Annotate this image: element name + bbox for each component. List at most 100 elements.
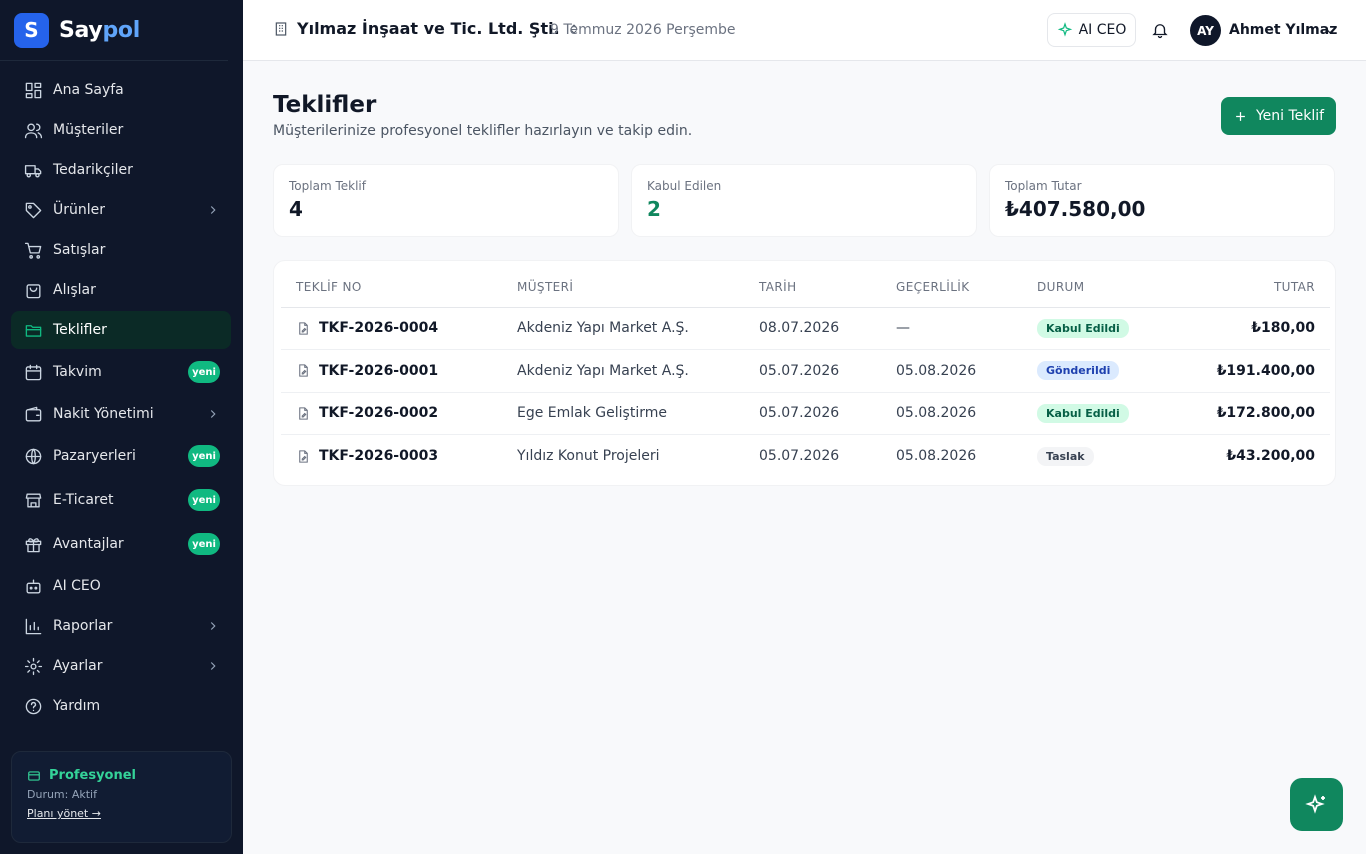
sidebar-item-label: Raporlar xyxy=(53,618,113,634)
quote-number[interactable]: TKF-2026-0002 xyxy=(296,405,517,421)
table-row[interactable]: TKF-2026-0002 Ege Emlak Geliştirme 05.07… xyxy=(281,392,1330,435)
sidebar-item-teklifler[interactable]: Teklifler xyxy=(11,311,231,349)
date-cell: 05.07.2026 xyxy=(759,448,840,464)
sidebar-item-label: Ana Sayfa xyxy=(53,82,124,98)
brand[interactable]: S Saypol xyxy=(0,0,228,61)
quote-number[interactable]: TKF-2026-0003 xyxy=(296,448,517,464)
stat-label: Kabul Edilen xyxy=(647,179,722,193)
sidebar-item-yardim[interactable]: Yardım xyxy=(11,687,231,725)
brand-logo: S xyxy=(14,12,49,48)
sidebar-item-ana-sayfa[interactable]: Ana Sayfa xyxy=(11,71,231,109)
brand-name: Saypol xyxy=(59,17,140,43)
sidebar-item-ayarlar[interactable]: Ayarlar xyxy=(11,647,231,685)
sidebar-item-label: Ürünler xyxy=(53,202,106,218)
table-row[interactable]: TKF-2026-0001 Akdeniz Yapı Market A.Ş. 0… xyxy=(281,349,1330,393)
sidebar-item-label: Satışlar xyxy=(53,242,106,258)
amount-cell: ₺191.400,00 xyxy=(1187,349,1330,393)
bell-icon[interactable] xyxy=(1151,21,1169,39)
new-badge: yeni xyxy=(188,533,220,555)
sidebar-item-takvim[interactable]: Takvim yeni xyxy=(11,351,231,393)
plan-title: Profesyonel xyxy=(27,768,216,783)
sidebar-item-musteriler[interactable]: Müşteriler xyxy=(11,111,231,149)
validity-cell: 05.08.2026 xyxy=(896,448,977,464)
tag-icon xyxy=(23,200,43,220)
help-icon xyxy=(23,696,43,716)
column-header-customer[interactable]: MÜŞTERİ xyxy=(517,268,759,308)
sidebar-item-satislar[interactable]: Satışlar xyxy=(11,231,231,269)
sidebar-item-avantajlar[interactable]: Avantajlar yeni xyxy=(11,523,231,565)
stat-total-amount: Toplam Tutar ₺407.580,00 xyxy=(989,164,1335,237)
column-header-amount[interactable]: TUTAR xyxy=(1187,268,1330,308)
column-header-quote-no[interactable]: TEKLİF NO xyxy=(281,268,517,308)
sidebar-item-pazaryerleri[interactable]: Pazaryerleri yeni xyxy=(11,435,231,477)
sidebar: S Saypol Ana Sayfa Müşteriler Tedarikçil… xyxy=(0,0,243,854)
store-icon xyxy=(23,490,43,510)
table-header-row: TEKLİF NO MÜŞTERİ TARİH GEÇERLİLİK DURUM… xyxy=(281,268,1330,308)
stat-value: 2 xyxy=(647,197,661,221)
validity-cell: 05.08.2026 xyxy=(896,349,1037,393)
sparkle-icon xyxy=(1057,22,1072,37)
amount-cell: ₺172.800,00 xyxy=(1187,392,1330,435)
new-quote-button[interactable]: Yeni Teklif xyxy=(1221,97,1336,135)
chevron-right-icon xyxy=(206,659,220,673)
date-cell: 05.07.2026 xyxy=(759,349,896,393)
sidebar-item-tedarikciler[interactable]: Tedarikçiler xyxy=(11,151,231,189)
column-header-date[interactable]: TARİH xyxy=(759,268,896,308)
status-badge: Kabul Edildi xyxy=(1037,403,1129,423)
new-badge: yeni xyxy=(188,361,220,383)
sidebar-item-nakit-yonetimi[interactable]: Nakit Yönetimi xyxy=(11,395,231,433)
page-title: Teklifler xyxy=(273,92,377,118)
sidebar-item-label: Ayarlar xyxy=(53,658,103,674)
file-edit-icon xyxy=(299,364,308,377)
sidebar-item-label: Pazaryerleri xyxy=(53,448,136,464)
current-date: 9 Temmuz 2026 Perşembe xyxy=(550,22,736,38)
company-switcher[interactable]: Yılmaz İnşaat ve Tic. Ltd. Şti. xyxy=(273,19,588,38)
stat-label: Toplam Tutar xyxy=(1005,179,1082,193)
stat-value: 4 xyxy=(289,197,303,221)
stat-total-quotes: Toplam Teklif 4 xyxy=(273,164,619,237)
column-header-validity[interactable]: GEÇERLİLİK xyxy=(896,268,1037,308)
quotes-table: TEKLİF NO MÜŞTERİ TARİH GEÇERLİLİK DURUM… xyxy=(281,268,1330,477)
sidebar-item-label: Takvim xyxy=(53,364,102,380)
sidebar-item-label: Teklifler xyxy=(53,322,107,338)
avatar[interactable]: AY xyxy=(1190,15,1221,46)
users-icon xyxy=(23,120,43,140)
folder-icon xyxy=(23,320,43,340)
sparkle-icon xyxy=(1304,793,1325,814)
date-cell: 05.07.2026 xyxy=(759,392,896,435)
dashboard-icon xyxy=(23,80,43,100)
sidebar-item-label: E-Ticaret xyxy=(53,492,114,508)
bag-icon xyxy=(23,280,43,300)
ai-ceo-button[interactable]: AI CEO xyxy=(1047,13,1136,47)
sidebar-item-e-ticaret[interactable]: E-Ticaret yeni xyxy=(11,479,231,521)
sidebar-item-label: AI CEO xyxy=(53,578,101,594)
page-subtitle: Müşterilerinize profesyonel teklifler ha… xyxy=(273,123,693,139)
ai-assistant-fab[interactable] xyxy=(1290,778,1343,831)
quote-number[interactable]: TKF-2026-0004 xyxy=(296,320,517,336)
file-edit-icon xyxy=(299,449,308,463)
gift-icon xyxy=(23,534,43,554)
file-edit-icon xyxy=(299,407,308,420)
amount-cell: ₺180,00 xyxy=(1187,307,1330,350)
customer-cell: Ege Emlak Geliştirme xyxy=(517,392,759,435)
sidebar-item-alislar[interactable]: Alışlar xyxy=(11,271,231,309)
sidebar-item-raporlar[interactable]: Raporlar xyxy=(11,607,231,645)
manage-plan-link[interactable]: Planı yönet → xyxy=(27,807,101,820)
customer-cell: Akdeniz Yapı Market A.Ş. xyxy=(517,349,759,393)
status-badge: Kabul Edildi xyxy=(1037,318,1129,338)
table-row[interactable]: TKF-2026-0003 Yıldız Konut Projeleri 05.… xyxy=(281,435,1330,478)
chevron-down-icon[interactable] xyxy=(1323,23,1337,37)
stat-accepted: Kabul Edilen 2 xyxy=(631,164,977,237)
quote-number[interactable]: TKF-2026-0001 xyxy=(296,363,517,379)
stat-label: Toplam Teklif xyxy=(289,179,366,193)
sidebar-item-urunler[interactable]: Ürünler xyxy=(11,191,231,229)
new-badge: yeni xyxy=(188,445,220,467)
sidebar-item-ai-ceo[interactable]: AI CEO xyxy=(11,567,231,605)
table-row[interactable]: TKF-2026-0004 Akdeniz Yapı Market A.Ş. 0… xyxy=(281,307,1330,350)
file-edit-icon xyxy=(299,322,308,335)
column-header-status[interactable]: DURUM xyxy=(1037,268,1187,308)
wallet-icon xyxy=(23,404,43,424)
user-name[interactable]: Ahmet Yılmaz xyxy=(1229,22,1337,38)
building-icon xyxy=(275,21,287,36)
quotes-table-card: TEKLİF NO MÜŞTERİ TARİH GEÇERLİLİK DURUM… xyxy=(273,260,1336,486)
